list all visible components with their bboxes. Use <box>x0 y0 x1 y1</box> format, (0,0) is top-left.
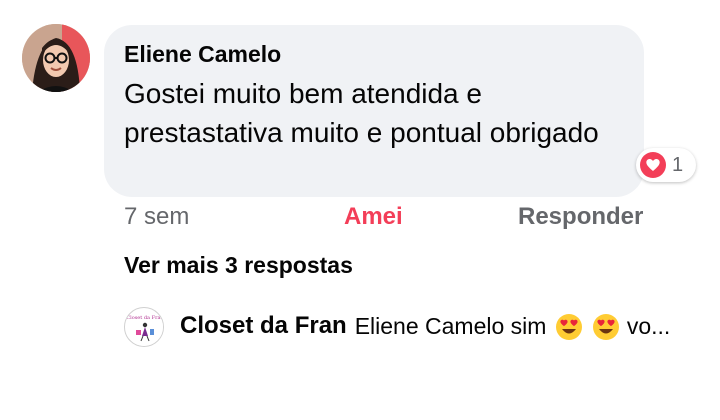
comment-timestamp[interactable]: 7 sem <box>124 203 189 231</box>
reply-preview[interactable]: Closet da Fran Eliene Camelo sim vo... <box>180 312 700 341</box>
reaction-summary[interactable]: 1 <box>636 148 696 182</box>
reply-button[interactable]: Responder <box>518 203 643 231</box>
heart-love-icon <box>640 152 666 178</box>
heart-eyes-emoji-icon <box>592 313 619 340</box>
reply-author-avatar[interactable]: Closet da Fran <box>124 307 164 347</box>
comment-text: Gostei muito bem atendida e prestastativ… <box>124 78 599 148</box>
closet-logo-text: Closet da Fran <box>126 315 164 321</box>
reply-preview-ellipsis: vo... <box>626 312 671 339</box>
commenter-avatar[interactable] <box>22 24 90 92</box>
love-reaction-button[interactable]: Amei <box>344 203 403 231</box>
reaction-count: 1 <box>672 153 684 176</box>
reply-preview-text: Eliene Camelo sim <box>354 312 547 339</box>
emoji-group <box>554 312 620 341</box>
reply-preview-author[interactable]: Closet da Fran <box>180 312 347 340</box>
comment-bubble: Eliene Camelo Gostei muito bem atendida … <box>104 25 644 197</box>
comment-author[interactable]: Eliene Camelo <box>124 41 281 68</box>
heart-eyes-emoji-icon <box>556 313 583 340</box>
view-more-replies-link[interactable]: Ver mais 3 respostas <box>124 252 353 279</box>
